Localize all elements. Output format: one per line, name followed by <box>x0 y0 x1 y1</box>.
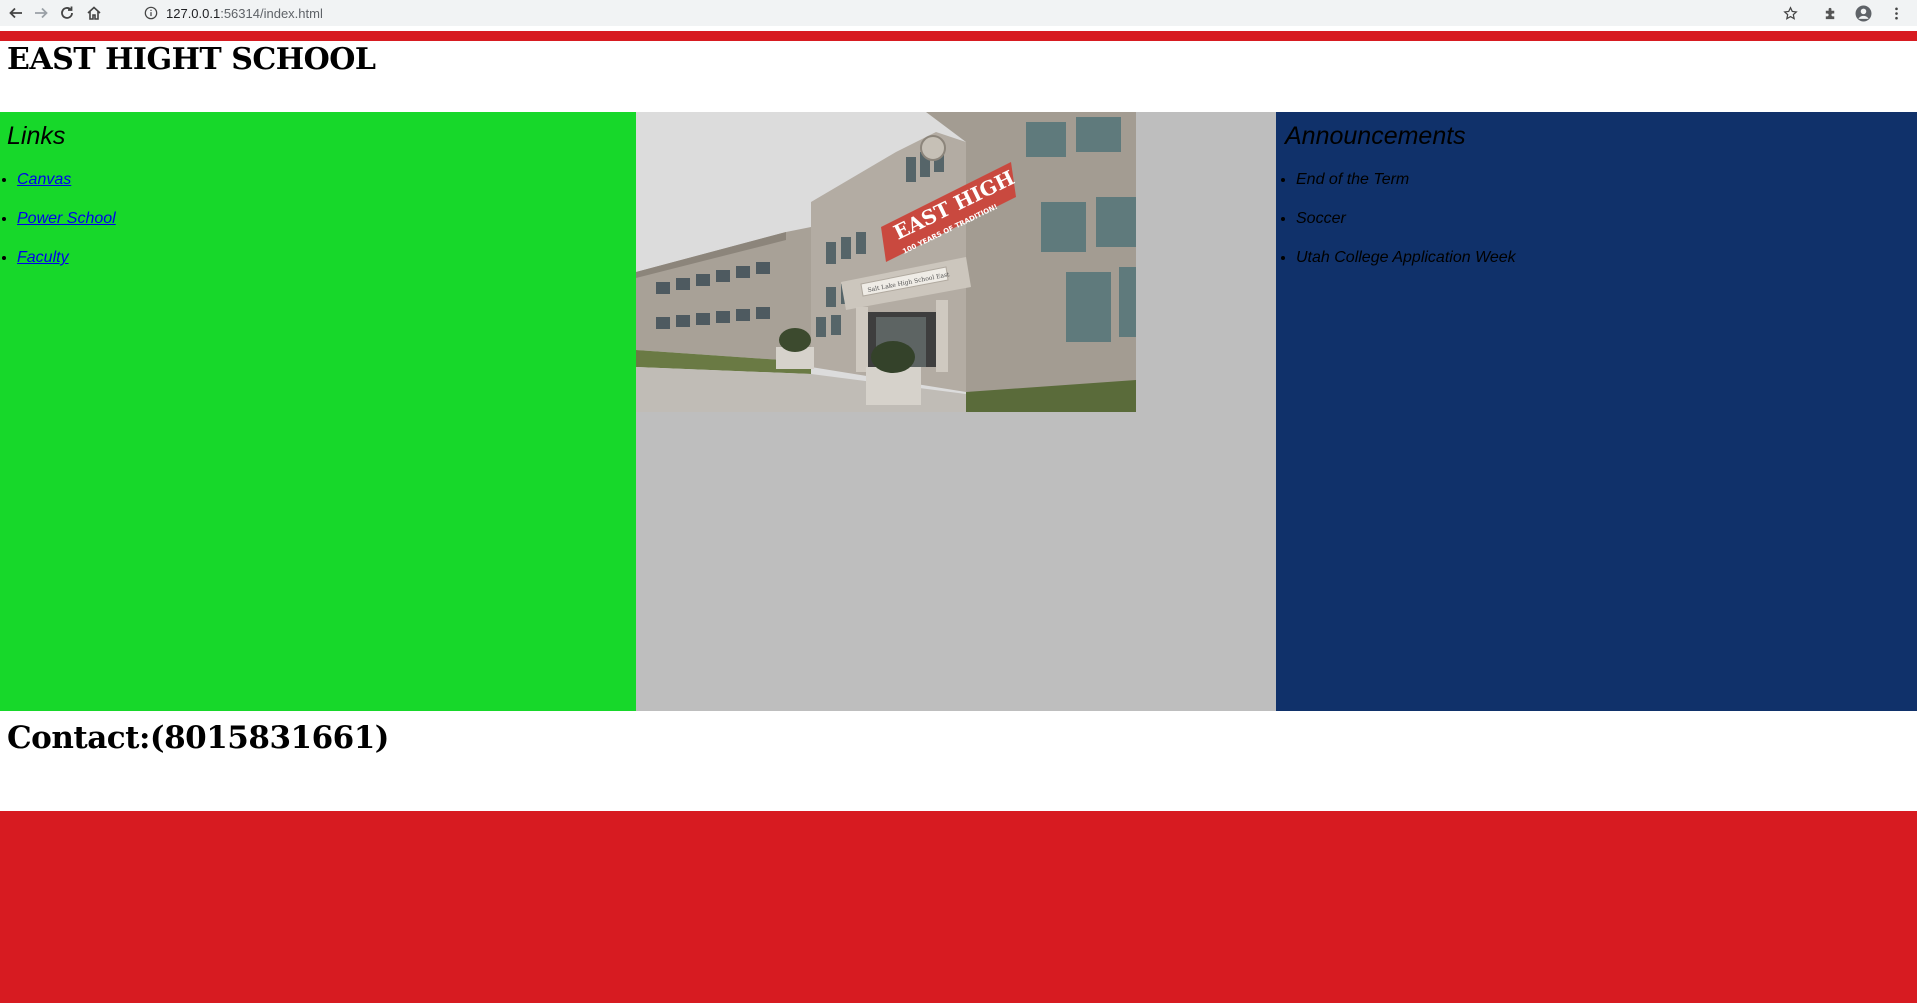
list-item: Power School <box>17 209 116 248</box>
school-building-photo: EAST HIGH 100 YEARS OF TRADITION! Salt L… <box>636 112 1136 412</box>
list-item: Canvas <box>17 170 116 209</box>
url-text: 127.0.0.1:56314/index.html <box>166 6 323 21</box>
canvas-link[interactable]: Canvas <box>17 171 71 188</box>
power-school-link[interactable]: Power School <box>17 210 116 227</box>
photo-panel: EAST HIGH 100 YEARS OF TRADITION! Salt L… <box>636 112 1276 711</box>
url-path: :56314/index.html <box>220 5 323 21</box>
contact-info: Contact:(8015831661) <box>7 720 389 756</box>
list-item: Faculty <box>17 248 116 287</box>
reload-icon[interactable] <box>57 3 77 23</box>
announcements-heading: Announcements <box>1285 122 1466 150</box>
star-icon[interactable] <box>1780 3 1800 23</box>
url-host: 127.0.0.1 <box>166 5 221 21</box>
list-item: End of the Term <box>1296 170 1516 209</box>
footer-red-block <box>0 811 1917 1003</box>
forward-arrow-icon[interactable] <box>31 3 51 23</box>
profile-icon[interactable] <box>1853 3 1873 23</box>
list-item: Utah College Application Week <box>1296 248 1516 287</box>
menu-icon[interactable] <box>1886 3 1906 23</box>
list-item: Soccer <box>1296 209 1516 248</box>
announcements-panel: Announcements End of the Term Soccer Uta… <box>1276 112 1917 711</box>
links-heading: Links <box>7 122 66 150</box>
home-icon[interactable] <box>84 3 104 23</box>
info-icon[interactable] <box>144 6 158 20</box>
faculty-link[interactable]: Faculty <box>17 249 69 266</box>
browser-toolbar: 127.0.0.1:56314/index.html <box>0 0 1917 26</box>
header-red-stripe <box>0 31 1917 41</box>
announcements-list: End of the Term Soccer Utah College Appl… <box>1278 170 1516 287</box>
links-list: Canvas Power School Faculty <box>0 170 116 287</box>
links-panel: Links Canvas Power School Faculty <box>0 112 636 711</box>
address-bar[interactable]: 127.0.0.1:56314/index.html <box>144 3 323 23</box>
extensions-icon[interactable] <box>1820 3 1840 23</box>
site-title: EAST HIGHT SCHOOL <box>7 42 376 77</box>
back-arrow-icon[interactable] <box>6 3 26 23</box>
